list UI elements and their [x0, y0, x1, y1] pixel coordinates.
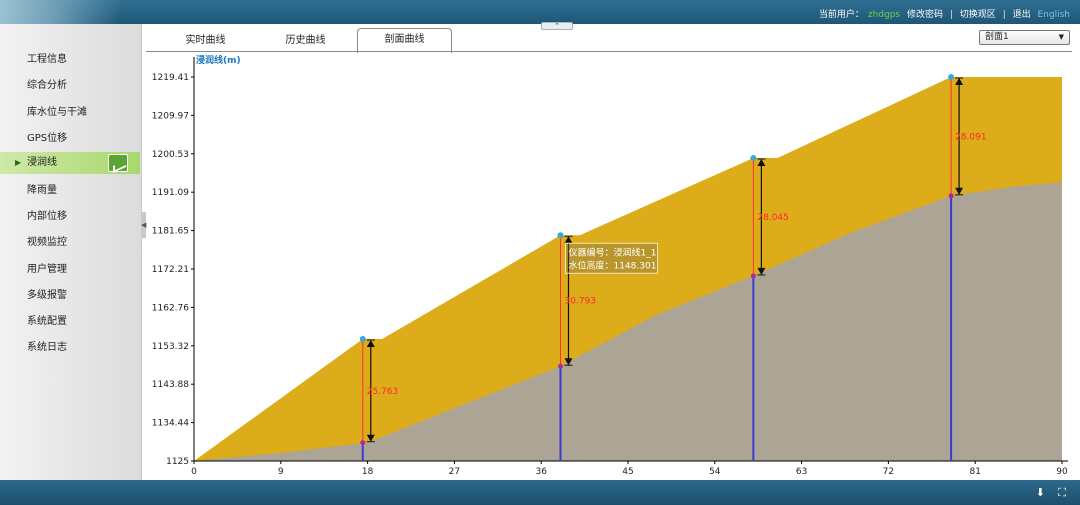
y-tick-label: 1125	[166, 457, 189, 467]
sidebar-item-label: 降雨量	[27, 185, 57, 196]
switch-area-link[interactable]: 切换观区	[960, 10, 996, 20]
active-arrow-icon: ▶	[15, 158, 22, 167]
sidebar-item-label: 浸润线	[27, 157, 57, 168]
x-tick-label: 54	[709, 467, 721, 477]
sidebar-item-label: 视频监控	[27, 237, 67, 248]
y-axis-label: 浸润线(m)	[196, 54, 241, 66]
sidebar-item-label: 用户管理	[27, 264, 67, 275]
tooltip-water-level: 水位高度：1148.301	[568, 259, 656, 271]
sidebar-item-alarms[interactable]: 多级报警	[0, 285, 140, 307]
sidebar-item-phreatic-line[interactable]: ▶ 浸润线	[0, 152, 140, 174]
section-select[interactable]: 剖面1 ▼	[979, 30, 1070, 45]
sidebar-item-label: 多级报警	[27, 290, 67, 301]
x-tick-label: 0	[191, 467, 197, 477]
water-level-point	[948, 193, 954, 199]
y-tick-label: 1134.44	[152, 419, 189, 429]
sidebar-item-analysis[interactable]: 综合分析	[0, 75, 140, 97]
depth-label: 30.793	[564, 297, 596, 307]
y-tick-label: 1219.41	[152, 73, 189, 83]
sidebar-item-users[interactable]: 用户管理	[0, 259, 140, 281]
water-level-point	[750, 273, 756, 279]
sidebar-item-label: 系统日志	[27, 342, 67, 353]
x-tick-label: 72	[883, 467, 894, 477]
x-tick-label: 18	[362, 467, 374, 477]
separator: |	[1002, 10, 1006, 20]
sidebar-item-label: 工程信息	[27, 54, 67, 65]
x-tick-label: 81	[969, 467, 980, 477]
change-password-link[interactable]: 修改密码	[907, 10, 943, 20]
tab-bar: 实时曲线 历史曲线 剖面曲线	[146, 24, 1080, 53]
surface-point	[750, 154, 757, 161]
bottom-bar: ⬇ ⛶	[0, 480, 1080, 505]
y-tick-label: 1209.97	[152, 111, 189, 121]
separator: |	[949, 10, 953, 20]
current-user-name: zhdgps	[867, 10, 901, 20]
sidebar-item-label: 库水位与干滩	[27, 107, 87, 118]
x-tick-label: 9	[278, 467, 284, 477]
sidebar: 工程信息 综合分析 库水位与干滩 GPS位移 ▶ 浸润线 降雨量 内部位移 视频…	[0, 24, 142, 480]
x-tick-label: 27	[449, 467, 460, 477]
section-select-value: 剖面1	[985, 32, 1009, 42]
chart-icon	[108, 154, 128, 172]
sidebar-item-rainfall[interactable]: 降雨量	[0, 180, 140, 202]
sidebar-item-label: 系统配置	[27, 316, 67, 327]
sidebar-item-video[interactable]: 视频监控	[0, 232, 140, 254]
download-icon[interactable]: ⬇	[1036, 486, 1045, 499]
sidebar-item-internal-displacement[interactable]: 内部位移	[0, 206, 140, 228]
sidebar-item-project-info[interactable]: 工程信息	[0, 49, 140, 71]
sidebar-item-label: 内部位移	[27, 211, 67, 222]
tab-profile[interactable]: 剖面曲线	[357, 28, 452, 53]
tooltip-instrument-id: 仪器编号：浸润线1_1	[568, 246, 656, 258]
sidebar-item-water-level[interactable]: 库水位与干滩	[0, 102, 140, 124]
y-tick-label: 1172.21	[152, 265, 189, 275]
sidebar-item-label: 综合分析	[27, 80, 67, 91]
water-level-point	[557, 363, 563, 369]
sidebar-item-gps[interactable]: GPS位移	[0, 128, 140, 150]
language-link[interactable]: English	[1038, 10, 1071, 20]
sidebar-item-config[interactable]: 系统配置	[0, 311, 140, 333]
surface-point	[948, 74, 955, 80]
y-tick-label: 1162.76	[152, 303, 189, 313]
header-links: 当前用户： zhdgps 修改密码 | 切换观区 | 退出 English	[815, 7, 1070, 20]
surface-point	[359, 335, 366, 342]
x-tick-label: 90	[1056, 467, 1068, 477]
bottom-icons: ⬇ ⛶	[1026, 486, 1066, 500]
tab-realtime[interactable]: 实时曲线	[158, 30, 253, 52]
profile-chart: 浸润线(m) 1125 1134.44 1143.88 1153.32 1162.76 11…	[152, 54, 1068, 477]
depth-label: 28.091	[955, 132, 987, 142]
x-tick-label: 36	[535, 467, 547, 477]
logout-link[interactable]: 退出	[1013, 10, 1031, 20]
y-tick-label: 1153.32	[152, 342, 189, 352]
y-tick-label: 1181.65	[152, 227, 189, 237]
sidebar-item-label: GPS位移	[27, 133, 68, 144]
x-tick-label: 63	[796, 467, 807, 477]
y-tick-label: 1143.88	[152, 380, 189, 390]
current-user-label: 当前用户：	[818, 10, 864, 20]
y-tick-label: 1200.53	[152, 150, 189, 160]
logo-banner	[0, 0, 120, 24]
water-level-point	[360, 440, 366, 446]
fullscreen-icon[interactable]: ⛶	[1058, 486, 1066, 499]
y-tick-label: 1191.09	[152, 188, 189, 198]
chevron-down-icon: ▼	[1058, 33, 1064, 41]
depth-label: 25.763	[367, 387, 399, 397]
x-tick-label: 45	[622, 467, 633, 477]
top-bar: 当前用户： zhdgps 修改密码 | 切换观区 | 退出 English	[0, 0, 1080, 24]
surface-point	[557, 232, 564, 239]
tab-history[interactable]: 历史曲线	[258, 30, 353, 52]
depth-label: 28.045	[757, 213, 789, 223]
sidebar-item-logs[interactable]: 系统日志	[0, 337, 140, 359]
